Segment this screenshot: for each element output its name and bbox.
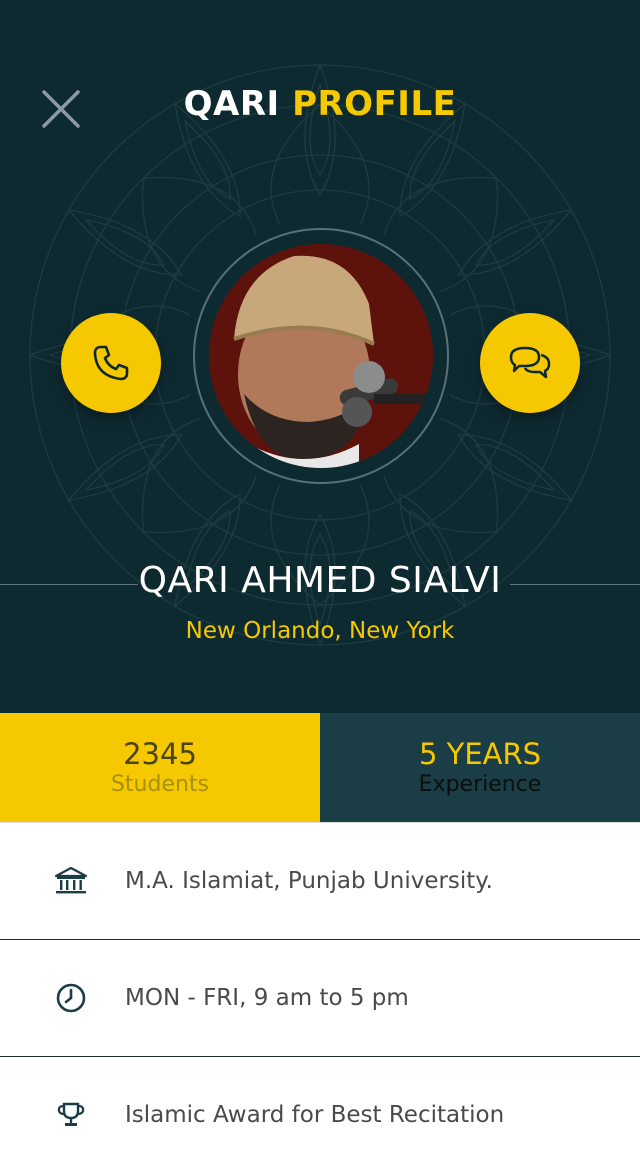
trophy-icon xyxy=(54,1098,88,1132)
university-icon xyxy=(54,864,88,898)
title-part-1: QARI xyxy=(183,84,280,124)
message-button[interactable] xyxy=(480,313,580,413)
clock-icon xyxy=(54,981,88,1015)
students-label: Students xyxy=(110,771,210,797)
students-stat: 2345 Students xyxy=(0,713,320,822)
profile-header: QARI PROFILE QARI AHMED SIALVI New Orlan… xyxy=(0,0,640,713)
detail-row-schedule: MON - FRI, 9 am to 5 pm xyxy=(0,940,640,1057)
detail-row-education: M.A. Islamiat, Punjab University. xyxy=(0,823,640,940)
chat-bubbles-icon xyxy=(509,346,551,379)
details-list: M.A. Islamiat, Punjab University. MON - … xyxy=(0,822,640,1173)
avatar-image xyxy=(209,244,433,468)
qari-name: QARI AHMED SIALVI xyxy=(138,560,502,601)
title-part-2: PROFILE xyxy=(292,84,457,124)
qari-location: New Orlando, New York xyxy=(185,618,455,644)
education-text: M.A. Islamiat, Punjab University. xyxy=(125,868,493,894)
avatar xyxy=(209,244,433,468)
phone-icon xyxy=(93,345,129,381)
experience-stat: 5 YEARS Experience xyxy=(320,713,640,822)
detail-row-award: Islamic Award for Best Recitation xyxy=(0,1057,640,1173)
students-count: 2345 xyxy=(123,736,197,771)
schedule-text: MON - FRI, 9 am to 5 pm xyxy=(125,985,409,1011)
page-title: QARI PROFILE xyxy=(0,84,640,124)
call-button[interactable] xyxy=(61,313,161,413)
stats-bar: 2345 Students 5 YEARS Experience xyxy=(0,713,640,822)
award-text: Islamic Award for Best Recitation xyxy=(125,1102,505,1128)
experience-value: 5 YEARS xyxy=(418,736,542,771)
experience-label: Experience xyxy=(418,771,542,797)
